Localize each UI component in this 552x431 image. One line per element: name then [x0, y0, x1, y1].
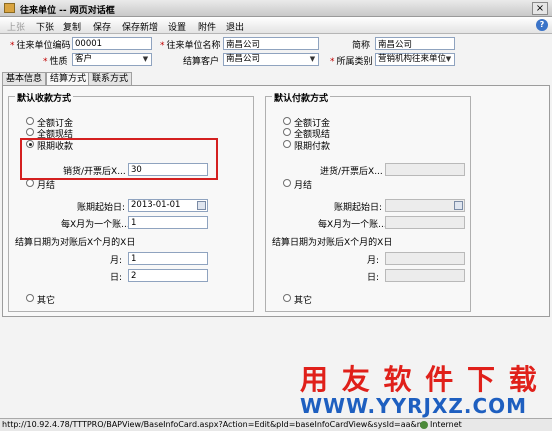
collect-settle-day-label: 结算日期为对账后X个月的X日	[15, 238, 136, 248]
save-button[interactable]: 保存	[93, 20, 111, 33]
settle-customer-label: 结算客户	[183, 57, 220, 67]
code-label: * 往来单位编码	[10, 41, 71, 51]
status-url: http://10.92.4.78/TTTPRO/BAPView/BaseInf…	[2, 420, 422, 429]
collect-every-label: 每X月为一个账...	[61, 220, 130, 230]
app-icon	[4, 3, 15, 13]
collect-other-radio[interactable]	[26, 294, 34, 302]
collect-day-label: 日:	[110, 273, 123, 283]
collect-every-field[interactable]	[128, 216, 208, 229]
collect-month-field[interactable]	[128, 252, 208, 265]
settings-button[interactable]: 设置	[168, 20, 186, 33]
tab-basic-info[interactable]: 基本信息	[2, 72, 47, 86]
pay-every-field[interactable]	[385, 216, 465, 229]
category-select[interactable]: 营销机构往来单位 ▼	[375, 53, 455, 66]
next-button[interactable]: 下张	[36, 20, 54, 33]
calendar-icon[interactable]	[197, 201, 206, 210]
globe-icon	[420, 421, 428, 429]
attachment-button[interactable]: 附件	[198, 20, 216, 33]
collect-other-label: 其它	[37, 296, 56, 306]
chevron-down-icon: ▼	[445, 55, 452, 63]
name-label: * 往来单位名称	[160, 41, 221, 51]
tab-contact[interactable]: 联系方式	[88, 72, 133, 86]
tab-strip: 基本信息 结算方式 联系方式	[0, 72, 552, 87]
close-icon[interactable]: ×	[532, 2, 548, 15]
status-bar: http://10.92.4.78/TTTPRO/BAPView/BaseInf…	[0, 418, 552, 431]
pay-start-label: 账期起始日:	[334, 203, 383, 213]
code-field[interactable]	[72, 37, 152, 50]
collect-day-field[interactable]	[128, 269, 208, 282]
collect-start-date-field[interactable]: 2013-01-01	[128, 199, 208, 212]
collect-start-label: 账期起始日:	[77, 203, 126, 213]
collect-full-spec-radio[interactable]	[26, 128, 34, 136]
pay-term-days-field[interactable]	[385, 163, 465, 176]
pay-monthly-radio[interactable]	[283, 179, 291, 187]
pay-term-label: 限期付款	[294, 142, 331, 152]
nature-select[interactable]: 客户 ▼	[72, 53, 152, 66]
pay-full-order-radio[interactable]	[283, 117, 291, 125]
chevron-down-icon: ▼	[142, 55, 149, 63]
title-bar: 往来单位 -- 网页对话框 ×	[0, 0, 552, 17]
settlement-panel: 默认收款方式 全额订金 全额现结 限期收款 销货/开票后X... 月结 账期起始…	[2, 85, 550, 317]
toolbar: 上张 下张 复制 保存 保存新增 设置 附件 退出 ?	[0, 17, 552, 34]
copy-button[interactable]: 复制	[63, 20, 81, 33]
help-icon[interactable]: ?	[536, 19, 548, 31]
pay-method-title: 默认付款方式	[272, 91, 331, 104]
settle-customer-select[interactable]: 南昌公司 ▼	[223, 53, 319, 66]
watermark-url: WWW.YYRJXZ.COM	[300, 394, 528, 418]
pay-full-spec-radio[interactable]	[283, 128, 291, 136]
pay-other-label: 其它	[294, 296, 313, 306]
save-new-button[interactable]: 保存新增	[122, 20, 158, 33]
pay-start-date-field[interactable]	[385, 199, 465, 212]
pay-every-label: 每X月为一个账...	[318, 220, 387, 230]
collect-month-label: 月:	[110, 256, 123, 266]
pay-month-field[interactable]	[385, 252, 465, 265]
chevron-down-icon: ▼	[309, 55, 316, 63]
pay-day-field[interactable]	[385, 269, 465, 282]
highlight-box	[20, 138, 218, 180]
exit-button[interactable]: 退出	[226, 20, 244, 33]
pay-day-label: 日:	[367, 273, 380, 283]
calendar-icon[interactable]	[454, 201, 463, 210]
nature-label: * 性质	[43, 57, 68, 67]
pay-term-radio[interactable]	[283, 140, 291, 148]
collect-method-group: 默认收款方式 全额订金 全额现结 限期收款 销货/开票后X... 月结 账期起始…	[8, 91, 254, 312]
pay-method-group: 默认付款方式 全额订金 全额现结 限期付款 进货/开票后X... 月结 账期起始…	[265, 91, 471, 312]
pay-month-label: 月:	[367, 256, 380, 266]
pay-monthly-label: 月结	[294, 181, 313, 191]
name-field[interactable]	[223, 37, 319, 50]
collect-method-title: 默认收款方式	[15, 91, 74, 104]
collect-full-order-radio[interactable]	[26, 117, 34, 125]
collect-monthly-radio[interactable]	[26, 179, 34, 187]
category-label: * 所属类别	[330, 57, 373, 67]
pay-settle-day-label: 结算日期为对账后X个月的X日	[272, 238, 393, 248]
header-form: *往来单位编码 *往来单位名称 简称 *性质 客户 ▼ 结算客户 南昌公司 ▼ …	[0, 34, 552, 74]
short-name-field[interactable]	[375, 37, 455, 50]
window-title: 往来单位 -- 网页对话框	[20, 6, 115, 16]
watermark-logo: 用 友 软 件 下 载	[300, 363, 539, 396]
status-zone: Internet	[430, 420, 462, 429]
pay-other-radio[interactable]	[283, 294, 291, 302]
prev-button[interactable]: 上张	[7, 20, 25, 33]
short-name-label: 简称	[352, 41, 371, 51]
pay-term-days-label: 进货/开票后X...	[320, 167, 383, 177]
